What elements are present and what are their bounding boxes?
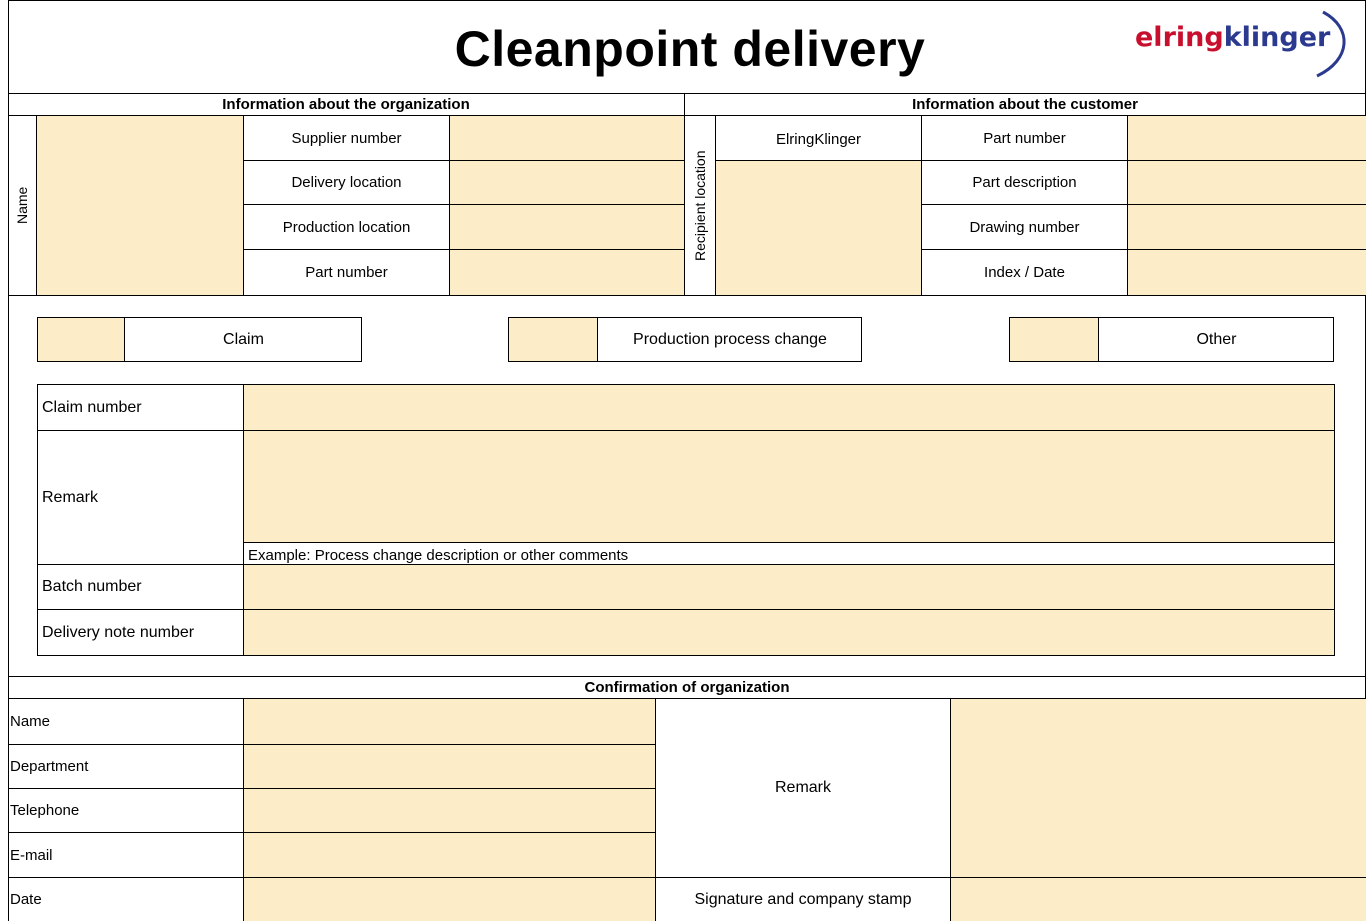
org-name-label: Name [14,186,30,224]
other-label: Other [1196,330,1237,348]
part-description-label: Part description [972,174,1077,191]
confirm-remark-field[interactable] [951,699,1366,877]
confirm-department-field[interactable] [244,745,655,788]
confirmation-section-header: Confirmation of organization [584,678,790,696]
confirm-date-label: Date [10,891,42,908]
delivery-location-field[interactable] [450,161,684,204]
drawing-number-field[interactable] [1128,205,1366,249]
process-change-checkbox[interactable] [509,318,598,361]
claim-number-field[interactable] [244,385,1334,430]
confirm-telephone-field[interactable] [244,789,655,832]
drawing-number-label: Drawing number [969,218,1080,236]
claim-option[interactable]: Claim [37,317,362,362]
confirm-name-field[interactable] [244,699,655,744]
batch-number-field[interactable] [244,565,1334,609]
org-name-field[interactable] [37,116,243,295]
remark-label: Remark [42,488,99,506]
production-location-label: Production location [282,218,411,236]
recipient-location-label: Recipient location [692,150,708,261]
signature-label: Signature and company stamp [694,890,912,908]
signature-field[interactable] [951,878,1366,921]
customer-company-label: ElringKlinger [775,131,862,148]
delivery-note-number-label: Delivery note number [42,623,195,641]
process-change-option[interactable]: Production process change [508,317,862,362]
org-part-number-field[interactable] [450,250,684,295]
page-title: Cleanpoint delivery [454,21,926,77]
customer-section-header: Information about the customer [912,95,1138,113]
confirm-remark-label: Remark [774,779,831,796]
logo-swoosh-icon [1316,10,1346,78]
customer-part-number-field[interactable] [1128,116,1366,160]
remark-field[interactable] [244,431,1334,542]
other-checkbox[interactable] [1010,318,1099,361]
index-date-field[interactable] [1128,250,1366,295]
confirm-department-label: Department [10,758,89,775]
recipient-location-field[interactable] [716,161,921,295]
confirm-telephone-label: Telephone [10,802,80,819]
delivery-note-number-field[interactable] [244,610,1334,655]
index-date-label: Index / Date [984,264,1065,281]
supplier-number-field[interactable] [450,116,684,160]
part-description-field[interactable] [1128,161,1366,204]
other-option[interactable]: Other [1009,317,1334,362]
confirm-email-field[interactable] [244,833,655,877]
org-section-header: Information about the organization [222,95,470,113]
claim-checkbox[interactable] [38,318,125,361]
confirm-name-label: Name [10,713,51,730]
logo-text-elring: elring [1135,22,1224,53]
batch-number-label: Batch number [42,578,142,595]
process-change-label: Production process change [633,330,827,348]
customer-part-number-label: Part number [983,129,1066,147]
supplier-number-label: Supplier number [291,129,402,147]
remark-hint: Example: Process change description or o… [248,547,629,564]
claim-label: Claim [223,330,264,348]
confirm-date-field[interactable] [244,878,655,921]
elringklinger-logo: elringklinger [1135,10,1360,82]
delivery-location-label: Delivery location [291,174,402,191]
org-part-number-label: Part number [305,264,388,281]
production-location-field[interactable] [450,205,684,249]
confirm-email-label: E-mail [10,846,53,864]
claim-number-label: Claim number [42,398,142,416]
